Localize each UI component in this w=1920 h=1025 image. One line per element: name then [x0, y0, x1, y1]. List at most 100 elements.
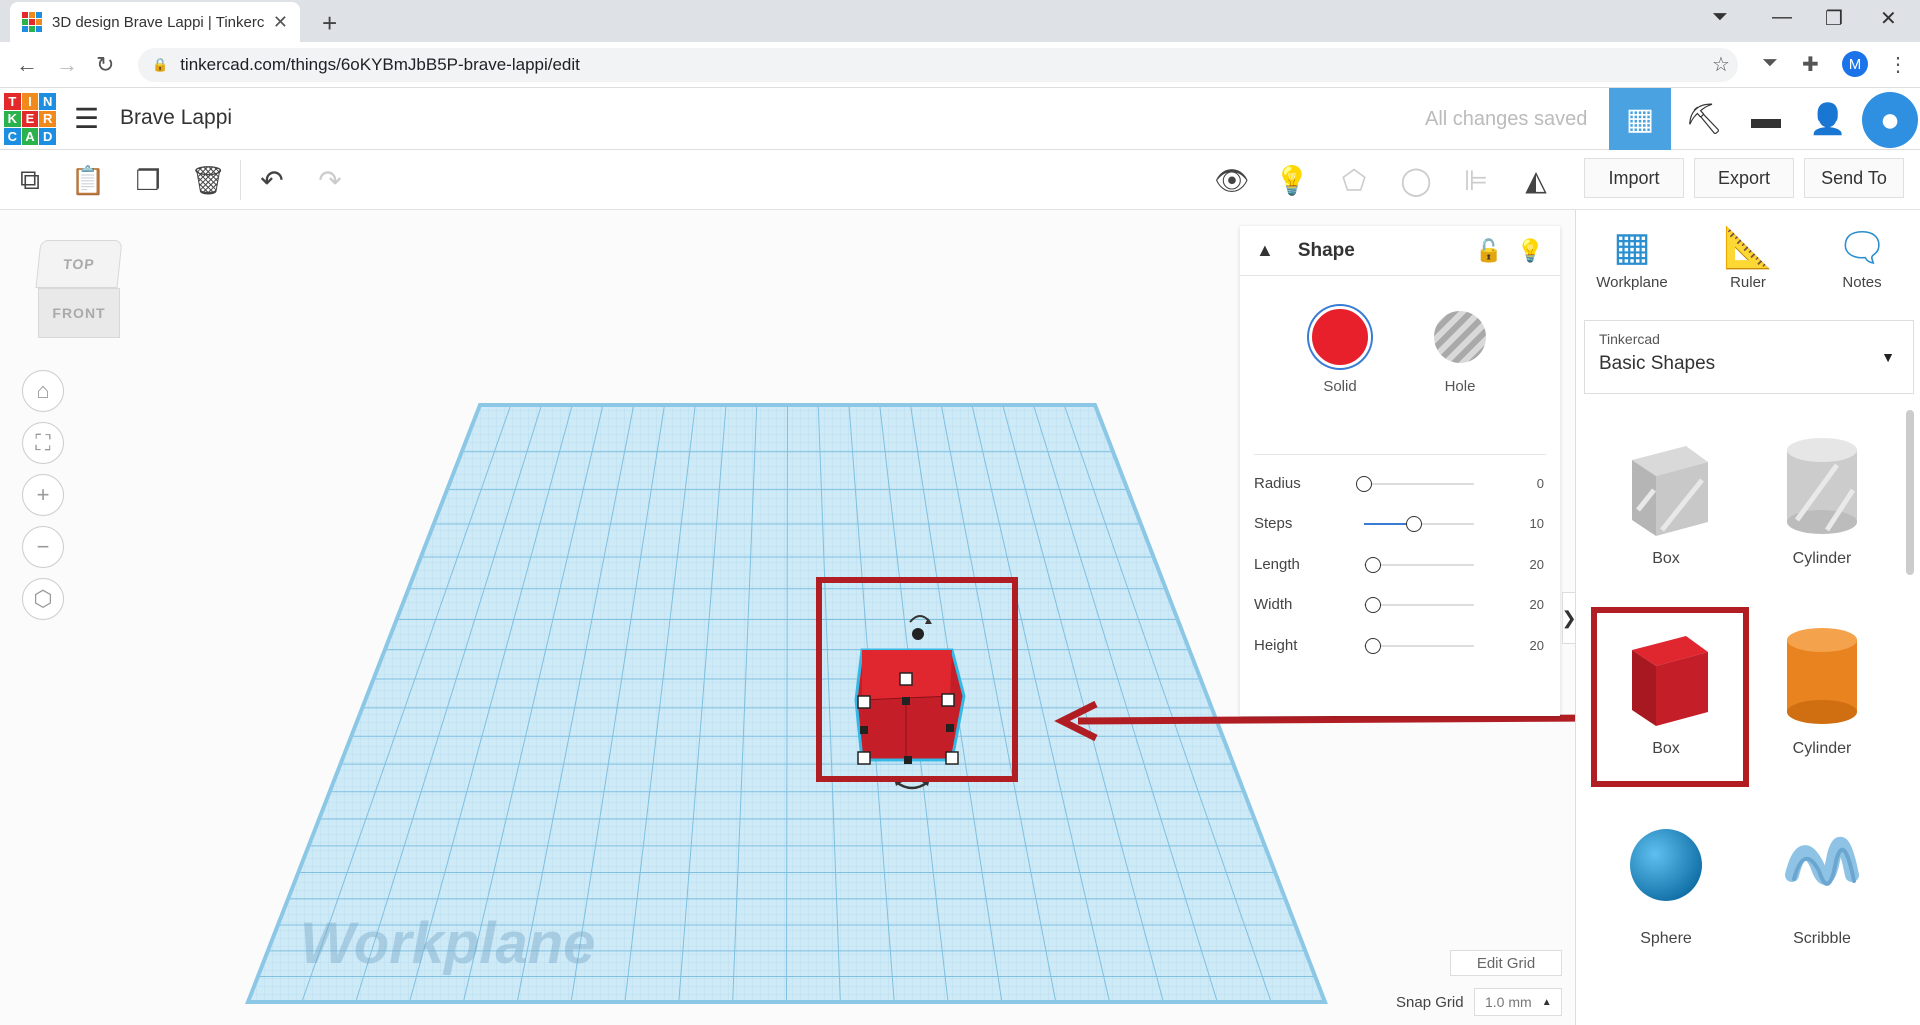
solid-swatch[interactable]: [1309, 306, 1371, 368]
3d-design-view-button[interactable]: ▦: [1609, 88, 1671, 150]
browser-menu-icon[interactable]: ⋮: [1888, 52, 1908, 77]
url-field[interactable]: 🔒 tinkercad.com/things/6oKYBmJbB5P-brave…: [138, 48, 1738, 82]
param-value[interactable]: 20: [1530, 557, 1544, 572]
param-value[interactable]: 0: [1537, 476, 1544, 491]
forward-icon[interactable]: →: [56, 52, 78, 78]
param-value[interactable]: 20: [1530, 638, 1544, 653]
solid-option[interactable]: Solid: [1280, 306, 1400, 395]
shape-box-hole[interactable]: Box: [1596, 420, 1736, 590]
invite-user-button[interactable]: 👤: [1797, 88, 1859, 150]
lock-icon[interactable]: 🔓: [1475, 238, 1502, 264]
group-icon[interactable]: ⬠: [1334, 160, 1374, 200]
shape-sphere[interactable]: Sphere: [1596, 800, 1736, 970]
tab-close-icon[interactable]: ✕: [273, 12, 288, 33]
send-to-button[interactable]: Send To: [1804, 158, 1904, 198]
back-icon[interactable]: ←: [16, 52, 38, 78]
library-category: Tinkercad: [1599, 331, 1660, 347]
snap-grid-select[interactable]: 1.0 mm ▲: [1474, 988, 1562, 1016]
import-button[interactable]: Import: [1584, 158, 1684, 198]
align-icon[interactable]: ⊫: [1456, 160, 1496, 200]
ruler-tool-label: Ruler: [1730, 274, 1766, 291]
reload-icon[interactable]: ↻: [96, 52, 114, 78]
bricks-button[interactable]: ▬: [1735, 88, 1797, 150]
panel-toggle-button[interactable]: ❯: [1561, 592, 1575, 644]
logo-letter: D: [39, 128, 56, 145]
tinkercad-logo[interactable]: TIN KER CAD: [4, 93, 56, 145]
save-status: All changes saved: [1425, 108, 1588, 130]
param-label: Height: [1254, 637, 1298, 654]
hole-swatch[interactable]: [1434, 311, 1486, 363]
param-slider-knob[interactable]: [1365, 597, 1381, 613]
param-slider-track[interactable]: [1364, 483, 1474, 485]
export-button[interactable]: Export: [1694, 158, 1794, 198]
shape-label: Scribble: [1793, 930, 1851, 947]
param-value[interactable]: 10: [1530, 516, 1544, 531]
param-slider-knob[interactable]: [1365, 557, 1381, 573]
shape-cylinder-hole[interactable]: Cylinder: [1752, 420, 1892, 590]
param-label: Length: [1254, 556, 1300, 573]
param-slider-knob[interactable]: [1365, 638, 1381, 654]
light-bulb-icon[interactable]: 💡: [1517, 238, 1544, 264]
close-window-icon[interactable]: ✕: [1880, 6, 1897, 31]
hole-option[interactable]: Hole: [1400, 306, 1520, 395]
workspace-canvas[interactable]: Workplane TOP FRONT ⌂ ⛶ + − ⬡ Edit Grid …: [0, 210, 1575, 1025]
copy-icon[interactable]: ⧉: [10, 160, 50, 200]
paste-icon[interactable]: 📋: [68, 160, 108, 200]
profile-avatar[interactable]: M: [1842, 51, 1868, 77]
caret-up-icon: ▲: [1541, 996, 1552, 1008]
param-value[interactable]: 20: [1530, 597, 1544, 612]
new-tab-button[interactable]: +: [322, 8, 337, 39]
chevron-right-icon: ❯: [1561, 608, 1575, 629]
notes-visibility-icon[interactable]: 👁: [1212, 160, 1252, 200]
light-bulb-icon[interactable]: 💡: [1272, 160, 1312, 200]
mirror-icon[interactable]: ◭: [1516, 160, 1556, 200]
puzzle-extensions-icon[interactable]: ✚: [1802, 52, 1819, 77]
browser-tab[interactable]: 3D design Brave Lappi | Tinkercad ✕: [10, 2, 300, 42]
shape-cylinder-solid[interactable]: Cylinder: [1752, 610, 1892, 780]
design-list-icon[interactable]: ☰: [74, 102, 99, 135]
blue-sphere-thumbnail: [1596, 800, 1736, 930]
logo-letter: N: [39, 93, 56, 110]
browser-tab-bar: 3D design Brave Lappi | Tinkercad ✕ + ⏷ …: [0, 0, 1920, 42]
logo-letter: T: [4, 93, 21, 110]
user-avatar[interactable]: ●: [1862, 92, 1918, 148]
user-icon: ●: [1879, 100, 1901, 139]
inspector-header: ▲ Shape 🔓 💡: [1240, 226, 1560, 276]
snap-grid-label: Snap Grid: [1396, 994, 1464, 1011]
param-label: Steps: [1254, 515, 1293, 532]
param-label: Width: [1254, 596, 1293, 613]
extension-icon[interactable]: ⏷: [1762, 52, 1778, 75]
duplicate-icon[interactable]: ❐: [128, 160, 168, 200]
app-header: TIN KER CAD ☰ Brave Lappi All changes save…: [0, 88, 1920, 150]
param-slider-knob[interactable]: [1356, 476, 1372, 492]
undo-icon[interactable]: ↶: [252, 160, 292, 200]
workplane-tool[interactable]: ▦ Workplane: [1582, 224, 1682, 291]
minimize-icon[interactable]: —: [1772, 6, 1792, 29]
ungroup-icon[interactable]: ◯: [1396, 160, 1436, 200]
tab-title: 3D design Brave Lappi | Tinkercad: [52, 13, 265, 31]
param-slider-knob[interactable]: [1406, 516, 1422, 532]
codeblocks-button[interactable]: ⛏: [1673, 88, 1735, 150]
notes-tool[interactable]: 🗨 Notes: [1812, 224, 1912, 291]
redo-icon[interactable]: ↷: [310, 160, 350, 200]
inspector-divider: [1254, 454, 1546, 455]
shapes-panel: ▦ Workplane 📐 Ruler 🗨 Notes Tinkercad Ba…: [1575, 210, 1920, 1025]
shape-label: Cylinder: [1792, 550, 1852, 567]
ruler-tool[interactable]: 📐 Ruler: [1698, 224, 1798, 291]
shape-library-select[interactable]: Tinkercad Basic Shapes ▼: [1584, 320, 1914, 394]
maximize-icon[interactable]: ❐: [1825, 6, 1843, 31]
shapes-scrollbar[interactable]: [1906, 410, 1914, 575]
collapse-icon[interactable]: ▲: [1256, 240, 1274, 261]
shape-label: Box: [1652, 550, 1680, 567]
design-title[interactable]: Brave Lappi: [120, 106, 232, 130]
pickaxe-icon: ⛏: [1684, 102, 1724, 136]
shape-label: Sphere: [1640, 930, 1692, 947]
param-radius: Radius 0: [1254, 472, 1544, 496]
bookmark-star-icon[interactable]: ☆: [1712, 52, 1730, 77]
edit-grid-button[interactable]: Edit Grid: [1450, 950, 1562, 976]
tinkercad-favicon-icon: [22, 12, 42, 32]
note-icon: 🗨: [1836, 226, 1888, 270]
profile-menu-icon[interactable]: ⏷: [1712, 6, 1728, 29]
shape-scribble[interactable]: Scribble: [1752, 800, 1892, 970]
delete-icon[interactable]: 🗑: [188, 160, 228, 200]
